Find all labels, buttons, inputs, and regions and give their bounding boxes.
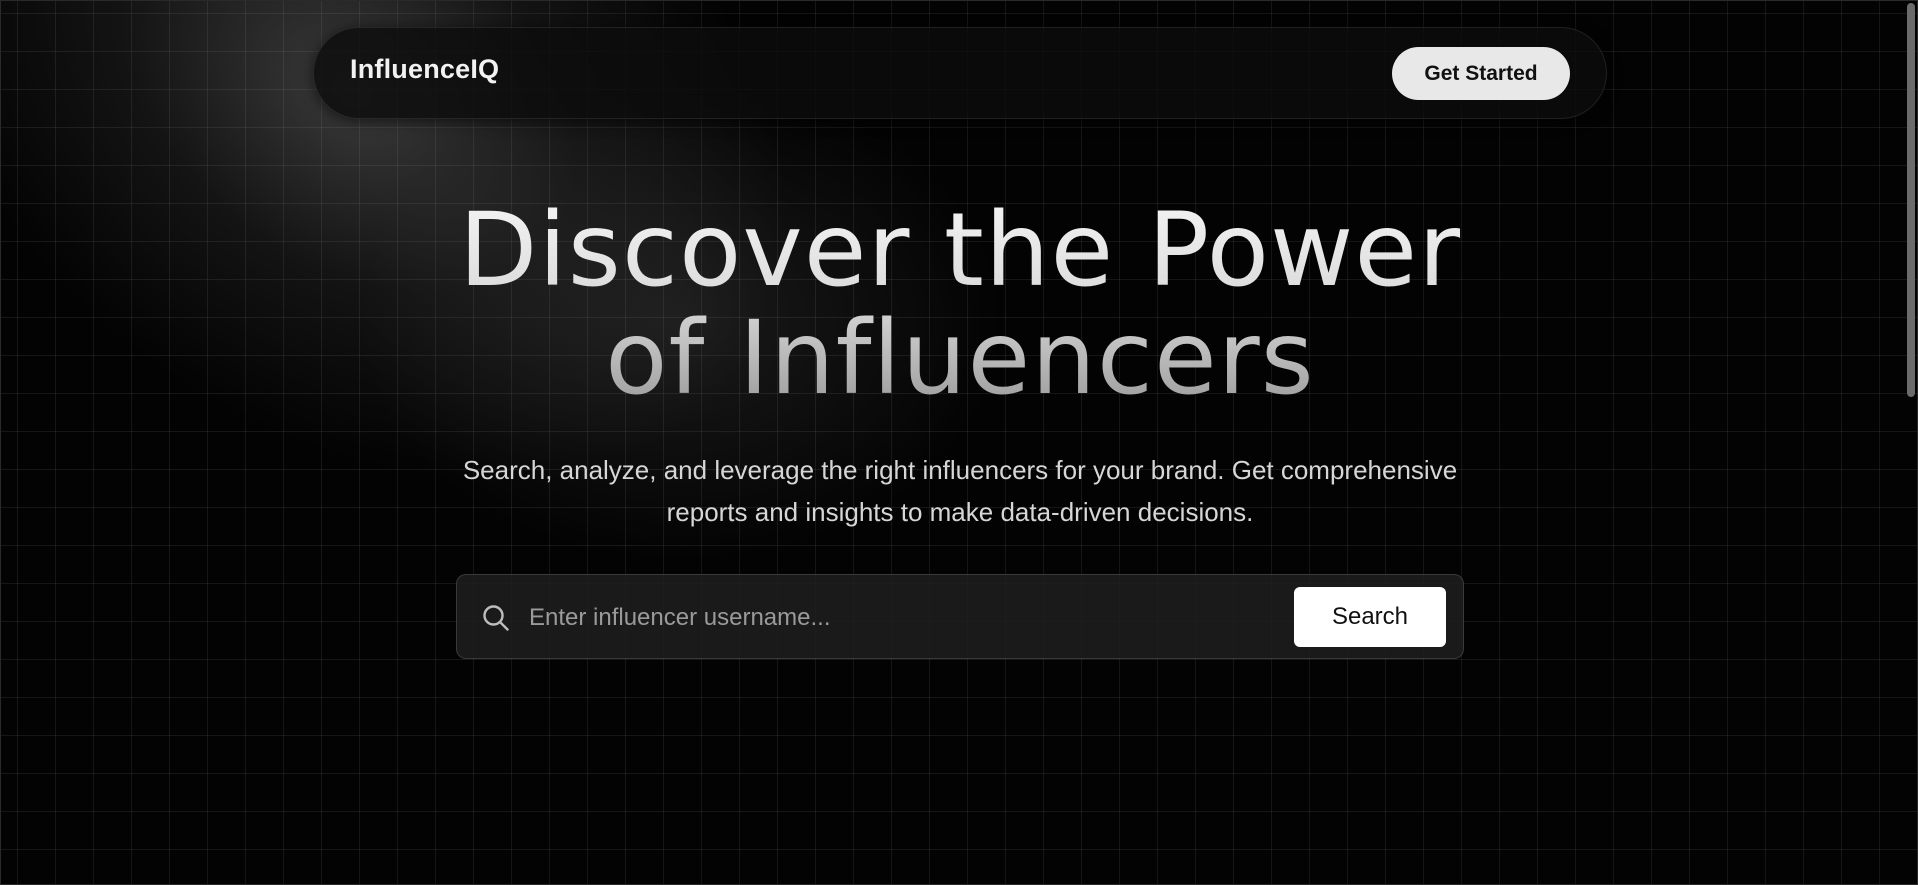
search-icon xyxy=(481,603,511,633)
get-started-button[interactable]: Get Started xyxy=(1392,47,1570,100)
top-navbar: InfluenceIQ Get Started xyxy=(313,27,1607,119)
search-bar: Search xyxy=(456,574,1464,659)
hero-subtitle: Search, analyze, and leverage the right … xyxy=(462,455,1458,527)
hero-title: Discover the Power of Influencers xyxy=(1,197,1917,413)
hero-title-line-1: Discover the Power xyxy=(458,191,1462,310)
scrollbar-thumb[interactable] xyxy=(1907,3,1915,397)
search-button[interactable]: Search xyxy=(1294,587,1446,647)
search-input[interactable] xyxy=(527,591,1131,645)
brand-logo[interactable]: InfluenceIQ xyxy=(350,54,499,85)
landing-page: InfluenceIQ Get Started Discover the Pow… xyxy=(0,0,1918,885)
hero-title-line-2: of Influencers xyxy=(605,299,1315,418)
background-grid xyxy=(1,1,1917,884)
